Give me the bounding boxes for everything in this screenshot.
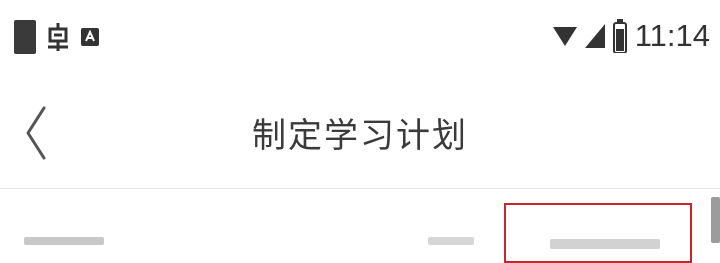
row-label-placeholder (24, 237, 104, 245)
battery-icon (612, 19, 627, 53)
status-square-icon (14, 20, 36, 54)
signal-icon (584, 24, 605, 48)
app-notification-icon (48, 23, 68, 51)
status-right-icons: 11:14 (552, 14, 710, 58)
wifi-icon (552, 27, 577, 46)
selected-option-text-placeholder (550, 239, 660, 249)
right-edge-handle (711, 197, 720, 243)
status-time: 11:14 (634, 18, 710, 53)
selected-option-box[interactable] (504, 203, 692, 263)
row-value-hint (428, 237, 474, 245)
android-notification-icon (81, 28, 99, 46)
nav-bar: 制定学习计划 (0, 78, 720, 189)
status-bar: 11:14 (0, 0, 720, 78)
plan-form (0, 189, 720, 263)
row-label (24, 233, 114, 247)
status-left-icons (14, 16, 100, 58)
page-title: 制定学习计划 (252, 116, 468, 156)
